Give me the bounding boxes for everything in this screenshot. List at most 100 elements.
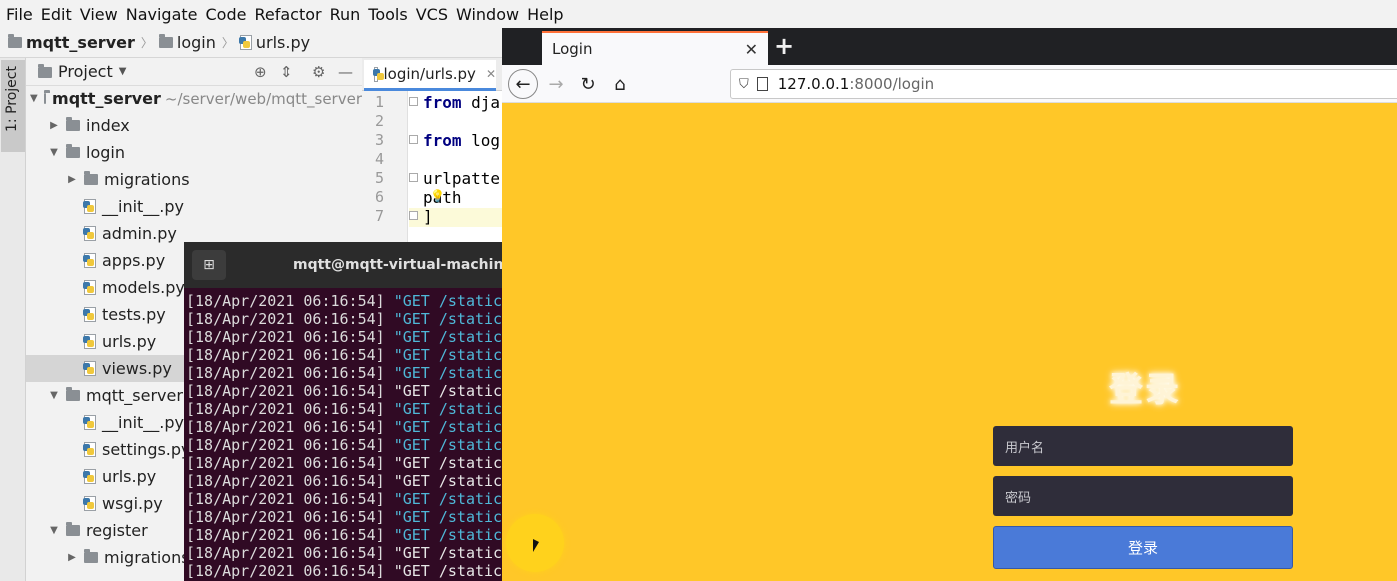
username-input[interactable]: 用户名 bbox=[993, 426, 1293, 466]
back-arrow-icon[interactable]: ← bbox=[508, 69, 538, 99]
code-text: log bbox=[461, 131, 501, 150]
python-file-icon bbox=[83, 415, 96, 430]
menu-code[interactable]: Code bbox=[204, 5, 253, 24]
menu-file[interactable]: File bbox=[4, 5, 39, 24]
folder-icon bbox=[66, 387, 80, 401]
folder-icon bbox=[84, 549, 98, 563]
fold-marker-icon[interactable] bbox=[409, 135, 418, 144]
chevron-right-icon[interactable]: ▶ bbox=[66, 552, 78, 563]
editor-tab-urls[interactable]: login/urls.py ✕ bbox=[364, 60, 496, 91]
lightbulb-icon[interactable]: 💡 bbox=[430, 189, 445, 203]
fold-marker-icon[interactable] bbox=[409, 97, 418, 106]
close-icon[interactable]: ✕ bbox=[745, 40, 758, 59]
chevron-right-icon[interactable]: ▶ bbox=[48, 120, 60, 131]
terminal-new-tab-icon[interactable]: ⊞ bbox=[192, 250, 226, 280]
forward-arrow-icon[interactable]: → bbox=[542, 70, 570, 98]
tree-item[interactable]: ▶ migrations bbox=[26, 166, 362, 193]
log-line: [18/Apr/2021 06:16:54] "GET /static bbox=[186, 310, 504, 328]
code-text: ] bbox=[423, 207, 433, 226]
log-line: [18/Apr/2021 06:16:54] "GET /static bbox=[186, 400, 504, 418]
log-request: "GET /static bbox=[384, 310, 503, 328]
tree-item-label: apps.py bbox=[102, 251, 166, 270]
log-request: "GET /static bbox=[384, 400, 503, 418]
log-line: [18/Apr/2021 06:16:54] "GET /static bbox=[186, 328, 504, 346]
terminal-output[interactable]: [18/Apr/2021 06:16:54] "GET /static [18/A… bbox=[186, 292, 504, 581]
project-view-selector[interactable]: Project bbox=[58, 62, 113, 81]
menu-navigate[interactable]: Navigate bbox=[124, 5, 204, 24]
terminal-titlebar[interactable]: ⊞ mqtt@mqtt-virtual-machine: bbox=[184, 242, 519, 288]
code-keyword: from bbox=[423, 93, 462, 112]
menu-edit[interactable]: Edit bbox=[39, 5, 78, 24]
chevron-down-icon[interactable]: ▼ bbox=[48, 147, 60, 158]
menu-view[interactable]: View bbox=[78, 5, 124, 24]
log-request: "GET /static bbox=[384, 454, 503, 472]
folder-icon bbox=[66, 144, 80, 158]
browser-nav-bar: ← → ↻ ⌂ ⛉ 127.0.0.1 :8000/login bbox=[502, 65, 1397, 103]
line-number: 5 bbox=[374, 169, 384, 187]
gear-icon[interactable]: ⚙ bbox=[312, 63, 325, 81]
locate-file-icon[interactable]: ⊕ bbox=[254, 63, 267, 81]
tree-item-label: __init__.py bbox=[102, 413, 185, 432]
code-line[interactable]: from log bbox=[423, 131, 500, 150]
breadcrumb-item-login[interactable]: login bbox=[158, 33, 216, 52]
project-panel-header: Project ▼ ⊕ ⇕ ⚙ — bbox=[26, 58, 362, 86]
breadcrumb-item-project[interactable]: mqtt_server bbox=[8, 33, 135, 52]
tree-item-label: login bbox=[86, 143, 125, 162]
fold-marker-icon[interactable] bbox=[409, 173, 418, 182]
tree-item-label: migrations bbox=[104, 548, 190, 567]
log-request: "GET /static bbox=[384, 508, 503, 526]
tree-item-label: views.py bbox=[102, 359, 172, 378]
log-request: "GET /static bbox=[384, 292, 503, 310]
log-timestamp: [18/Apr/2021 06:16:54] bbox=[186, 400, 385, 418]
browser-tab-login[interactable]: Login ✕ bbox=[542, 31, 768, 65]
chevron-down-icon[interactable]: ▼ bbox=[48, 390, 60, 401]
menu-run[interactable]: Run bbox=[328, 5, 367, 24]
menu-help[interactable]: Help bbox=[525, 5, 569, 24]
url-bar[interactable]: ⛉ 127.0.0.1 :8000/login bbox=[730, 69, 1397, 99]
tree-item[interactable]: __init__.py bbox=[26, 193, 362, 220]
collapse-all-icon[interactable]: ⇕ bbox=[280, 63, 293, 81]
menu-tools[interactable]: Tools bbox=[366, 5, 413, 24]
tree-item[interactable]: ▶ index bbox=[26, 112, 362, 139]
login-title: 登录 bbox=[1109, 370, 1181, 410]
chevron-down-icon[interactable]: ▼ bbox=[48, 525, 60, 536]
line-number: 1 bbox=[374, 93, 384, 111]
browser-tab-bar: Login ✕ + bbox=[502, 28, 1397, 65]
new-tab-icon[interactable]: + bbox=[774, 32, 794, 60]
code-line[interactable]: ] bbox=[423, 207, 433, 226]
login-submit-button[interactable]: 登录 bbox=[993, 526, 1293, 569]
browser-window[interactable]: Login ✕ + ← → ↻ ⌂ ⛉ 127.0.0.1 :8000/logi… bbox=[502, 28, 1397, 581]
breadcrumb-item-file[interactable]: urls.py bbox=[238, 33, 310, 52]
home-icon[interactable]: ⌂ bbox=[606, 70, 634, 98]
terminal-window[interactable]: ⊞ mqtt@mqtt-virtual-machine: [18/Apr/202… bbox=[184, 242, 519, 581]
tree-item[interactable]: ▼ login bbox=[26, 139, 362, 166]
chevron-right-icon: 〉 bbox=[221, 36, 234, 50]
tree-item[interactable]: ▼ mqtt_server ~/server/web/mqtt_server bbox=[26, 86, 362, 112]
editor-tab-bar: login/urls.py ✕ bbox=[362, 58, 504, 91]
code-line[interactable]: from dja bbox=[423, 93, 500, 112]
reload-icon[interactable]: ↻ bbox=[574, 70, 602, 98]
chevron-right-icon[interactable]: ▶ bbox=[66, 174, 78, 185]
page-info-icon[interactable] bbox=[756, 77, 768, 91]
line-number: 3 bbox=[374, 131, 384, 149]
project-tool-button[interactable]: 1: Project bbox=[1, 60, 25, 152]
log-line: [18/Apr/2021 06:16:54] "GET /static bbox=[186, 490, 504, 508]
code-line[interactable]: urlpatte bbox=[423, 169, 500, 188]
close-icon[interactable]: ✕ bbox=[486, 67, 496, 81]
breadcrumb: mqtt_server 〉 login 〉 urls.py bbox=[0, 28, 510, 58]
log-line: [18/Apr/2021 06:16:54] "GET /static bbox=[186, 418, 504, 436]
code-text: dja bbox=[461, 93, 501, 112]
log-timestamp: [18/Apr/2021 06:16:54] bbox=[186, 328, 385, 346]
password-input[interactable]: 密码 bbox=[993, 476, 1293, 516]
menu-refactor[interactable]: Refactor bbox=[252, 5, 327, 24]
fold-marker-icon[interactable] bbox=[409, 211, 418, 220]
menu-vcs[interactable]: VCS bbox=[414, 5, 454, 24]
ide-menubar: File Edit View Navigate Code Refactor Run Tools… bbox=[0, 0, 1397, 28]
log-timestamp: [18/Apr/2021 06:16:54] bbox=[186, 364, 385, 382]
chevron-down-icon[interactable]: ▼ bbox=[30, 93, 38, 104]
hide-panel-icon[interactable]: — bbox=[338, 63, 353, 81]
menu-window[interactable]: Window bbox=[454, 5, 525, 24]
shield-icon[interactable]: ⛉ bbox=[739, 77, 749, 92]
tree-item-label: urls.py bbox=[102, 467, 157, 486]
chevron-down-icon[interactable]: ▼ bbox=[119, 66, 127, 77]
